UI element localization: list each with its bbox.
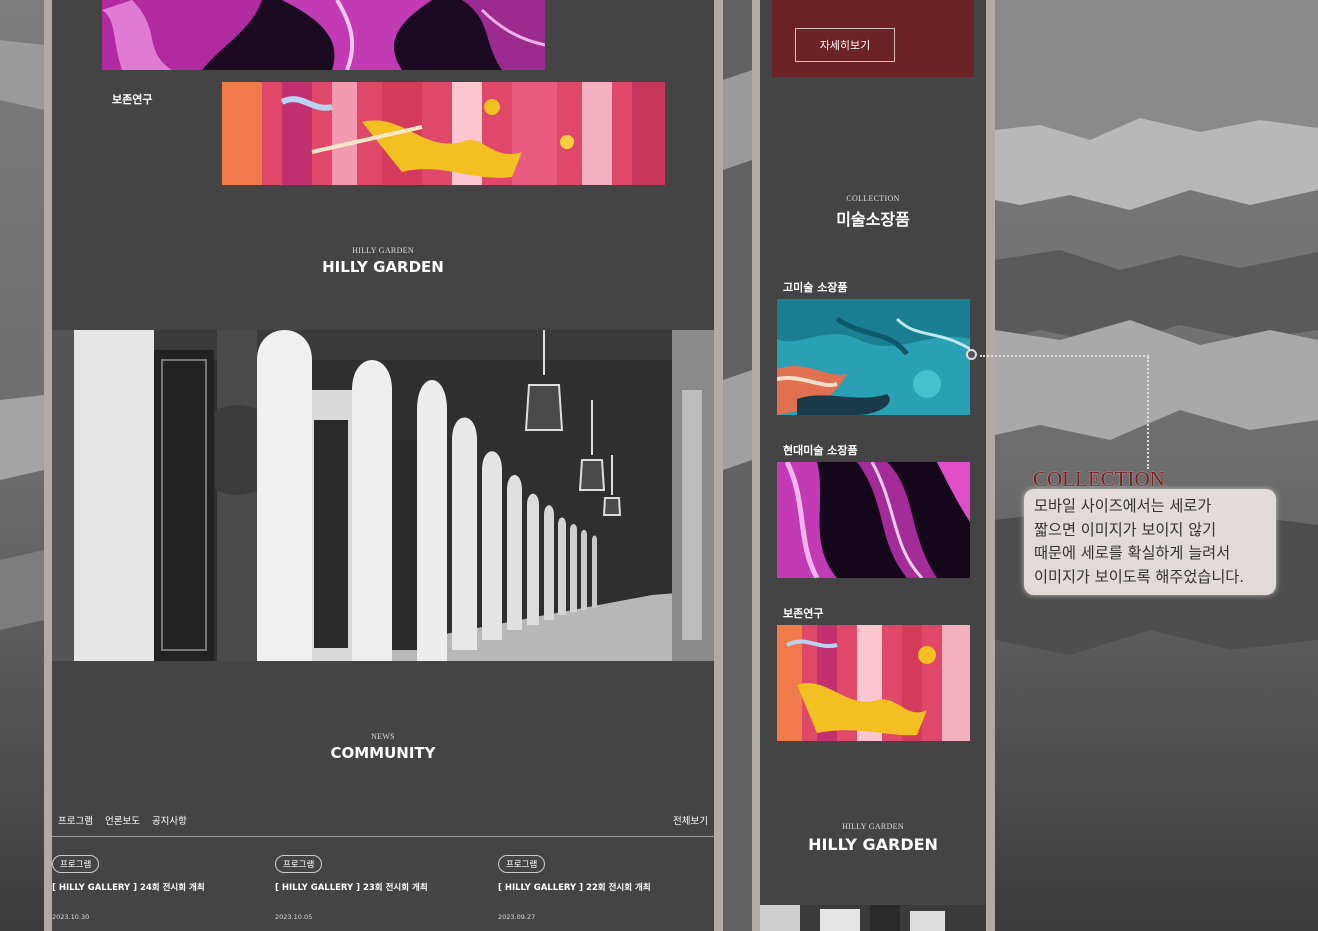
magenta-black-marble-image[interactable] [777,462,970,578]
category-badge: 프로그램 [275,855,323,873]
hilly-eyebrow: HILLY GARDEN [352,246,414,255]
news-item[interactable]: 프로그램 [ HILLY GALLERY ] 23회 전시회 개최 2023.1… [275,852,485,921]
community-tabs: 프로그램 언론보도 공지사항 [58,813,187,827]
news-date: 2023.09.27 [498,913,536,921]
news-date: 2023.10.05 [275,913,313,921]
teal-marble-image[interactable] [777,299,970,415]
pink-yellow-abstract-image [222,82,665,185]
research-label: 보존연구 [112,93,153,106]
news-title[interactable]: [ HILLY GALLERY ] 23회 전시회 개최 [275,881,485,893]
callout-anchor-icon [966,349,977,360]
callout-connector [1147,357,1149,469]
collection-title: 미술소장품 [836,210,910,229]
desktop-mockup-frame: 보존연구 HILLY GARDEN HILLY GARDEN NEWS COMM… [44,0,723,931]
arcade-photo-peek [760,905,986,931]
community-eyebrow: NEWS [371,732,395,741]
tab-press[interactable]: 언론보도 [105,813,140,827]
news-title[interactable]: [ HILLY GALLERY ] 22회 전시회 개최 [498,881,708,893]
mobile-page: 자세히보기 COLLECTION 미술소장품 고미술 소장품 현대미술 소장품 [760,0,986,931]
hilly-eyebrow: HILLY GARDEN [842,822,904,831]
category-badge: 프로그램 [498,855,546,873]
callout-box: 모바일 사이즈에서는 세로가 짧으면 이미지가 보이지 않기 때문에 세로를 확… [1024,489,1276,595]
news-item[interactable]: 프로그램 [ HILLY GALLERY ] 22회 전시회 개최 2023.0… [498,852,708,921]
tab-notice[interactable]: 공지사항 [152,813,187,827]
news-date: 2023.10.30 [52,913,90,921]
collection-eyebrow: COLLECTION [846,194,900,203]
mobile-mockup-frame: 자세히보기 COLLECTION 미술소장품 고미술 소장품 현대미술 소장품 [752,0,995,931]
callout-line: 이미지가 보이도록 해주었습니다. [1034,567,1245,586]
arcade-photo [52,330,714,661]
hilly-title: HILLY GARDEN [322,258,444,276]
hilly-title: HILLY GARDEN [808,835,938,854]
callout-line: 모바일 사이즈에서는 세로가 [1034,497,1212,515]
collection-item-label: 현대미술 소장품 [783,444,858,457]
view-all-link[interactable]: 전체보기 [673,813,708,827]
callout-line: 짧으면 이미지가 보이지 않기 [1034,520,1217,539]
pink-yellow-abstract-image[interactable] [777,625,970,741]
promo-box: 자세히보기 [772,0,974,77]
community-title: COMMUNITY [330,744,436,762]
news-title[interactable]: [ HILLY GALLERY ] 24회 전시회 개최 [52,881,262,893]
detail-button[interactable]: 자세히보기 [795,28,895,62]
callout-line: 때문에 세로를 확실하게 늘려서 [1034,544,1231,562]
tab-program[interactable]: 프로그램 [58,813,93,827]
collection-item-label: 고미술 소장품 [783,281,848,294]
category-badge: 프로그램 [52,855,100,873]
desktop-page: 보존연구 HILLY GARDEN HILLY GARDEN NEWS COMM… [52,0,714,931]
news-item[interactable]: 프로그램 [ HILLY GALLERY ] 24회 전시회 개최 2023.1… [52,852,262,921]
magenta-marble-image [102,0,545,70]
collection-item-label: 보존연구 [783,607,824,620]
callout-connector [980,355,1149,357]
community-divider [52,836,714,837]
